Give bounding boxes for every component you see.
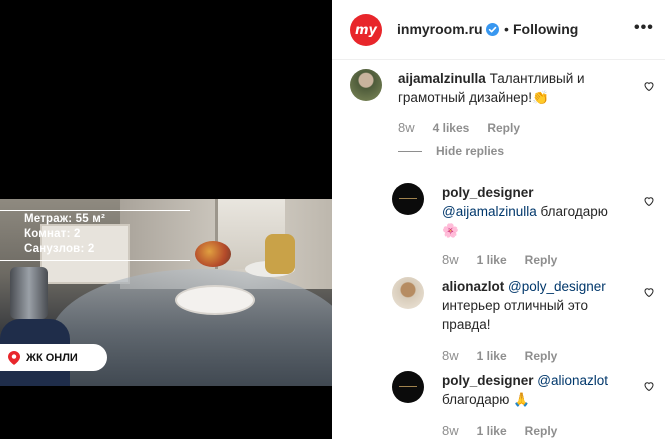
like-heart-icon[interactable] (643, 80, 655, 92)
verified-badge-icon (486, 23, 499, 36)
header-separator: • (504, 21, 509, 37)
like-heart-icon[interactable] (643, 380, 655, 392)
comment-text-line2: правда! (442, 317, 491, 332)
photo-yellow-chair (265, 234, 295, 274)
hide-replies-line (398, 150, 422, 152)
comment-body: poly_designer @alionazlot благодарю 🙏 (442, 371, 637, 410)
comment-mention[interactable]: @aijamalzinulla (442, 204, 537, 219)
commenter-avatar[interactable] (350, 69, 382, 101)
post-sidebar: my inmyroom.ru • Following ••• aijamalzi… (332, 0, 665, 439)
info-divider-bottom (0, 260, 190, 261)
comment-meta: 8w 4 likes Reply (398, 120, 520, 135)
reply-button[interactable]: Reply (525, 349, 558, 363)
more-options-button[interactable]: ••• (634, 19, 654, 37)
commenter-avatar[interactable] (392, 183, 424, 215)
comment-time[interactable]: 8w (442, 252, 459, 267)
hide-replies-label: Hide replies (436, 144, 505, 158)
flower-emoji: 🌸 (442, 223, 459, 239)
comment-body: poly_designer @aijamalzinulla благодарю … (442, 183, 627, 241)
comment-text-line2: грамотный дизайнер! (398, 90, 532, 105)
comment-meta: 8w 1 like Reply (442, 423, 557, 438)
reply-button[interactable]: Reply (525, 424, 558, 438)
location-chip: ЖК ОНЛИ (0, 344, 107, 371)
post-media[interactable]: Метраж: 55 м² Комнат: 2 Санузлов: 2 ЖК О… (0, 0, 332, 439)
info-bathrooms: Санузлов: 2 (24, 243, 95, 255)
info-rooms: Комнат: 2 (24, 228, 81, 240)
comment-username[interactable]: poly_designer (442, 185, 534, 200)
comment-mention[interactable]: @alionazlot (537, 373, 608, 388)
comment-time[interactable]: 8w (442, 348, 459, 363)
comment-likes[interactable]: 1 like (477, 349, 507, 363)
location-pin-icon (8, 350, 20, 365)
comment-username[interactable]: aijamalzinulla (398, 71, 486, 86)
like-heart-icon[interactable] (643, 195, 655, 207)
location-label: ЖК ОНЛИ (26, 351, 78, 364)
photo-fruit-bowl (195, 241, 231, 267)
comment-body: alionazlot @poly_designer интерьер отлич… (442, 277, 637, 334)
commenter-avatar[interactable] (392, 277, 424, 309)
apartment-info: Метраж: 55 м² Комнат: 2 Санузлов: 2 (24, 212, 105, 257)
comment-likes[interactable]: 4 likes (433, 121, 470, 135)
comment-meta: 8w 1 like Reply (442, 252, 557, 267)
photo-plate (175, 285, 255, 315)
comment-text: благодарю (442, 392, 510, 407)
comment-likes[interactable]: 1 like (477, 253, 507, 267)
account-avatar-logo: my (354, 22, 378, 38)
comments-list[interactable]: aijamalzinulla Талантливый и грамотный д… (332, 61, 665, 439)
clap-emoji: 👏 (531, 90, 549, 106)
comment-username[interactable]: poly_designer (442, 373, 534, 388)
comment-username[interactable]: alionazlot (442, 279, 504, 294)
reply-button[interactable]: Reply (487, 121, 520, 135)
comment-time[interactable]: 8w (442, 423, 459, 438)
comment-text-line1: Талантливый и (489, 71, 585, 86)
info-area: Метраж: 55 м² (24, 213, 105, 225)
comment-likes[interactable]: 1 like (477, 424, 507, 438)
following-button[interactable]: Following (513, 21, 578, 37)
post-header: my inmyroom.ru • Following ••• (332, 0, 665, 60)
info-divider-top (0, 210, 190, 211)
hide-replies-button[interactable]: Hide replies (398, 144, 504, 158)
comment-mention[interactable]: @poly_designer (508, 279, 606, 294)
comment-text-line1: интерьер отличный это (442, 298, 588, 313)
commenter-avatar[interactable] (392, 371, 424, 403)
reply-button[interactable]: Reply (525, 253, 558, 267)
comment-meta: 8w 1 like Reply (442, 348, 557, 363)
comment-body: aijamalzinulla Талантливый и грамотный д… (398, 69, 618, 108)
comment-text: благодарю (540, 204, 608, 219)
like-heart-icon[interactable] (643, 286, 655, 298)
pray-emoji: 🙏 (513, 392, 530, 408)
account-name-link[interactable]: inmyroom.ru (397, 21, 483, 37)
comment-time[interactable]: 8w (398, 120, 415, 135)
account-avatar[interactable]: my (350, 14, 382, 46)
photo-metal-bin (10, 267, 48, 319)
